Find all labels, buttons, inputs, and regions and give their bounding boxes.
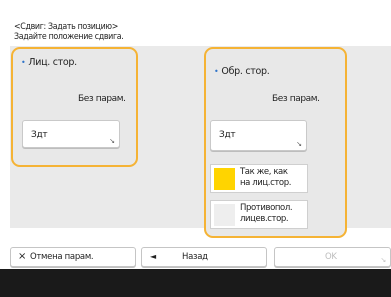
- bullet-icon: •: [21, 58, 26, 67]
- bullet-icon: •: [214, 67, 219, 76]
- option-unselected-indicator: [214, 204, 235, 226]
- option-opposite-line1: Противопол.: [240, 203, 293, 213]
- ok-button-label: OK: [325, 252, 337, 262]
- corner-arrow-icon: ↘: [296, 140, 302, 148]
- front-side-title: • Лиц. стор.: [21, 57, 77, 68]
- front-set-button-label: Здт: [31, 130, 48, 140]
- cancel-settings-label: Отмена парам.: [30, 252, 94, 262]
- corner-arrow-icon: ↘: [109, 137, 115, 145]
- option-opposite-front-label: Противопол. лицев.стор.: [240, 203, 293, 225]
- option-same-as-front-label: Так же, как на лиц.стор.: [240, 167, 291, 189]
- option-same-line1: Так же, как: [240, 167, 288, 177]
- close-icon: ×: [18, 251, 27, 262]
- back-set-button[interactable]: Здт ↘: [210, 120, 307, 151]
- option-opposite-front[interactable]: Противопол. лицев.стор.: [210, 200, 308, 229]
- footer-bar: [0, 269, 391, 297]
- back-set-button-label: Здт: [219, 130, 236, 140]
- corner-arrow-icon: ↘: [380, 256, 386, 264]
- screen-instruction: Задайте положение сдвига.: [14, 32, 124, 42]
- back-button[interactable]: ◄ Назад: [141, 247, 267, 267]
- back-button-label: Назад: [182, 252, 208, 262]
- back-side-status: Без парам.: [272, 94, 320, 104]
- option-same-as-front[interactable]: Так же, как на лиц.стор.: [210, 164, 308, 193]
- option-selected-indicator: [214, 168, 235, 190]
- back-side-title: • Обр. стор.: [214, 66, 270, 77]
- arrow-left-icon: ◄: [150, 252, 156, 261]
- cancel-settings-button[interactable]: × Отмена парам.: [10, 247, 136, 267]
- front-side-title-text: Лиц. стор.: [28, 57, 77, 68]
- front-set-button[interactable]: Здт ↘: [22, 120, 120, 148]
- option-opposite-line2: лицев.стор.: [240, 214, 289, 224]
- option-same-line2: на лиц.стор.: [240, 178, 292, 188]
- ok-button[interactable]: OK ↘: [274, 247, 391, 267]
- screen-title: <Сдвиг: Задать позицию>: [14, 22, 118, 32]
- front-side-status: Без парам.: [78, 94, 126, 104]
- back-side-title-text: Обр. стор.: [221, 66, 270, 77]
